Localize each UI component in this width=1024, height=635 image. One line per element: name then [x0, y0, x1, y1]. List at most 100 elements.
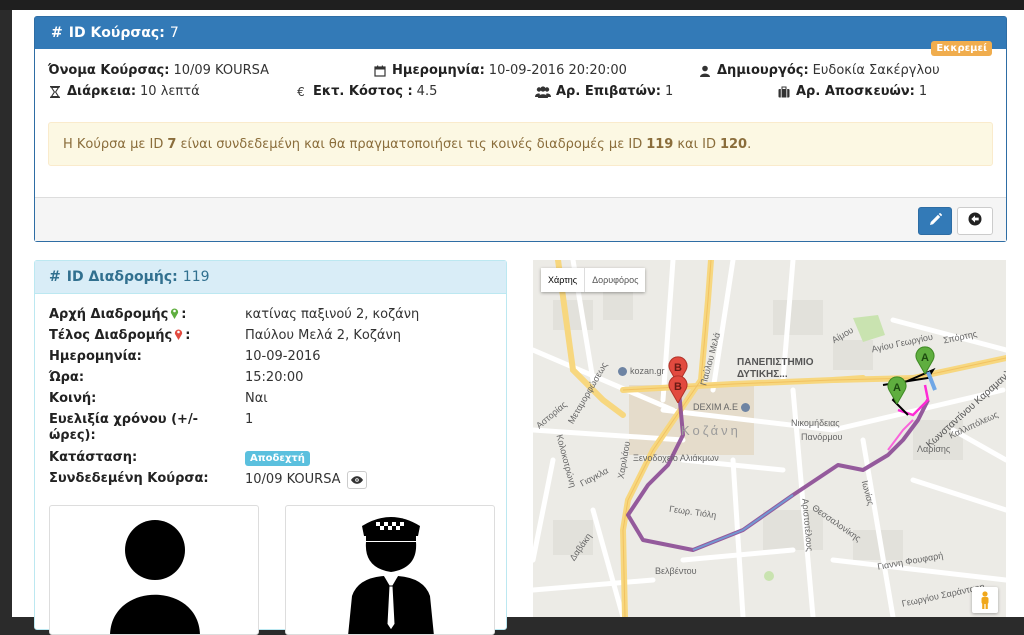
trip-panel-header: # ID Κούρσας: 7: [35, 17, 1006, 49]
route-end-value: Παύλου Μελά 2, Κοζάνη: [245, 328, 401, 343]
edit-button[interactable]: [918, 207, 952, 235]
route-id-label: ID Διαδρομής:: [66, 269, 178, 285]
driver-avatar-icon: [348, 517, 434, 634]
trip-passengers: Αρ. Επιβατών: 1: [535, 84, 673, 99]
route-start-colon: :: [181, 307, 187, 322]
marker-a-label: A: [921, 352, 929, 364]
eye-icon: [350, 476, 363, 484]
route-panel: # ID Διαδρομής: 119 Αρχή Διαδρομής : κατ…: [34, 260, 507, 635]
map-poi-dexim: DEXIM A.E: [693, 402, 751, 412]
map-label-nikomidias: Νικομήδειας: [791, 418, 840, 428]
alert-route-a: 119: [646, 136, 674, 152]
poi-dot-icon: [618, 366, 627, 376]
passenger-card: [49, 505, 259, 635]
trip-duration: Διάρκεια: 10 λεπτά: [48, 84, 200, 99]
route-flex-row: Ευελιξία χρόνου (+/- ώρες): 1: [49, 412, 489, 444]
route-start-value: κατίνας παξινού 2, κοζάνη: [245, 307, 420, 322]
marker-a-label: A: [893, 382, 901, 394]
trip-luggage: Αρ. Αποσκευών: 1: [777, 84, 927, 99]
route-status-badge: Αποδεχτή: [245, 450, 310, 466]
alert-route-b: 120: [719, 136, 748, 152]
linked-trip-alert: Η Κούρσα με ID 7 είναι συνδεδεμένη και θ…: [48, 122, 993, 166]
map-type-satellite-button[interactable]: Δορυφόρος: [584, 268, 645, 292]
pencil-icon: [929, 212, 942, 230]
route-time-value: 15:20:00: [245, 370, 304, 385]
route-flex-label: Ευελιξία χρόνου (+/- ώρες):: [49, 412, 199, 443]
trip-panel-footer: [35, 197, 1006, 241]
map-type-map-button[interactable]: Χάρτης: [541, 268, 584, 292]
route-date-row: Ημερομηνία: 10-09-2016: [49, 349, 489, 365]
trip-luggage-label: Αρ. Αποσκευών:: [796, 84, 915, 99]
trip-cost-value: 4.5: [416, 84, 438, 99]
trip-cost: € Εκτ. Κόστος : 4.5: [294, 84, 437, 99]
back-button[interactable]: [957, 207, 993, 235]
hash-icon: #: [51, 25, 63, 41]
route-time-label: Ώρα:: [49, 370, 85, 385]
route-panel-header: # ID Διαδρομής: 119: [35, 261, 506, 294]
euro-icon: €: [297, 84, 305, 99]
route-end-colon: :: [185, 328, 191, 343]
trip-creator-value: Ευδοκία Σακέργλου: [812, 63, 940, 78]
alert-text-4: .: [747, 136, 752, 152]
arrow-circle-left-icon: [968, 212, 982, 230]
route-end-label: Τέλος Διαδρομής: [49, 328, 173, 343]
marker-b-label: B: [674, 362, 682, 374]
trip-name-value: 10/09 KOURSA: [173, 63, 270, 78]
alert-text-1: Η Κούρσα με ID: [63, 136, 164, 152]
alert-trip-id: 7: [167, 136, 177, 152]
hourglass-icon: [48, 85, 62, 99]
trip-name-label: Όνομα Κούρσας:: [48, 63, 170, 78]
route-end-row: Τέλος Διαδρομής : Παύλου Μελά 2, Κοζάνη: [49, 328, 489, 344]
route-status-row: Κατάσταση: Αποδεχτή: [49, 450, 489, 466]
marker-b-lower[interactable]: B: [668, 375, 688, 403]
trip-date: Ημερομηνία: 10-09-2016 20:20:00: [373, 63, 627, 78]
driver-card: [285, 505, 495, 635]
trip-luggage-value: 1: [918, 84, 928, 99]
route-date-label: Ημερομηνία:: [49, 349, 142, 364]
trip-id-value: 7: [169, 25, 179, 41]
route-shared-value: Ναι: [245, 391, 268, 406]
trip-name: Όνομα Κούρσας: 10/09 KOURSA: [48, 63, 269, 78]
route-map[interactable]: ΠΑΝΕΠΙΣΤΗΜΙΟ ΔΥΤΙΚΗΣ... Κοζάνη kozan.gr …: [533, 260, 1006, 617]
briefcase-icon: [777, 85, 791, 99]
route-shared-row: Κοινή: Ναι: [49, 391, 489, 407]
trip-id-label: ID Κούρσας:: [68, 25, 165, 41]
route-start-label: Αρχή Διαδρομής: [49, 307, 169, 322]
street-view-button[interactable]: [972, 587, 998, 613]
trip-passengers-label: Αρ. Επιβατών:: [556, 84, 661, 99]
trip-creator-label: Δημιουργός:: [717, 63, 809, 78]
hash-icon: #: [49, 269, 61, 285]
map-poi-kozan: kozan.gr: [618, 366, 665, 376]
trip-passengers-value: 1: [664, 84, 674, 99]
green-pin-icon: [171, 308, 179, 319]
browser-top-strip: [0, 0, 1024, 10]
trip-date-label: Ημερομηνία:: [392, 63, 485, 78]
alert-text-3: και ID: [677, 136, 716, 152]
map-label-university: ΠΑΝΕΠΙΣΤΗΜΙΟ: [737, 357, 814, 368]
map-label-university-2: ΔΥΤΙΚΗΣ...: [737, 369, 788, 380]
poi-dot-icon: [741, 402, 751, 412]
map-label-panormou: Πανόρμου: [801, 432, 843, 442]
route-date-value: 10-09-2016: [245, 349, 321, 364]
route-linked-row: Συνδεδεμένη Κούρσα: 10/09 KOURSA: [49, 471, 489, 489]
trip-date-value: 10-09-2016 20:20:00: [488, 63, 627, 78]
marker-a-lower[interactable]: A: [887, 376, 907, 404]
marker-b-label: B: [674, 381, 682, 393]
trip-duration-label: Διάρκεια:: [67, 84, 137, 99]
map-label-hotel: Ξενοδοχείο Αλιάκμων: [633, 453, 719, 463]
map-label-velventou: Βελβέντου: [655, 566, 697, 576]
view-linked-trip-button[interactable]: [346, 471, 367, 489]
trip-panel: # ID Κούρσας: 7 Εκκρεμεί Όνομα Κούρσας: …: [34, 16, 1007, 242]
route-time-row: Ώρα: 15:20:00: [49, 370, 489, 386]
route-id-value: 119: [182, 269, 210, 285]
user-icon: [698, 64, 712, 78]
alert-text-2: είναι συνδεδεμένη και θα πραγματοποιήσει…: [180, 136, 643, 152]
passenger-avatar-icon: [110, 520, 200, 634]
pegman-icon: [981, 591, 989, 609]
route-shared-label: Κοινή:: [49, 391, 97, 406]
users-icon: [535, 85, 551, 99]
page-content: # ID Κούρσας: 7 Εκκρεμεί Όνομα Κούρσας: …: [12, 10, 1024, 635]
trip-cost-label: Εκτ. Κόστος :: [313, 84, 413, 99]
marker-a-upper[interactable]: A: [915, 346, 935, 374]
route-linked-value: 10/09 KOURSA: [245, 472, 341, 487]
